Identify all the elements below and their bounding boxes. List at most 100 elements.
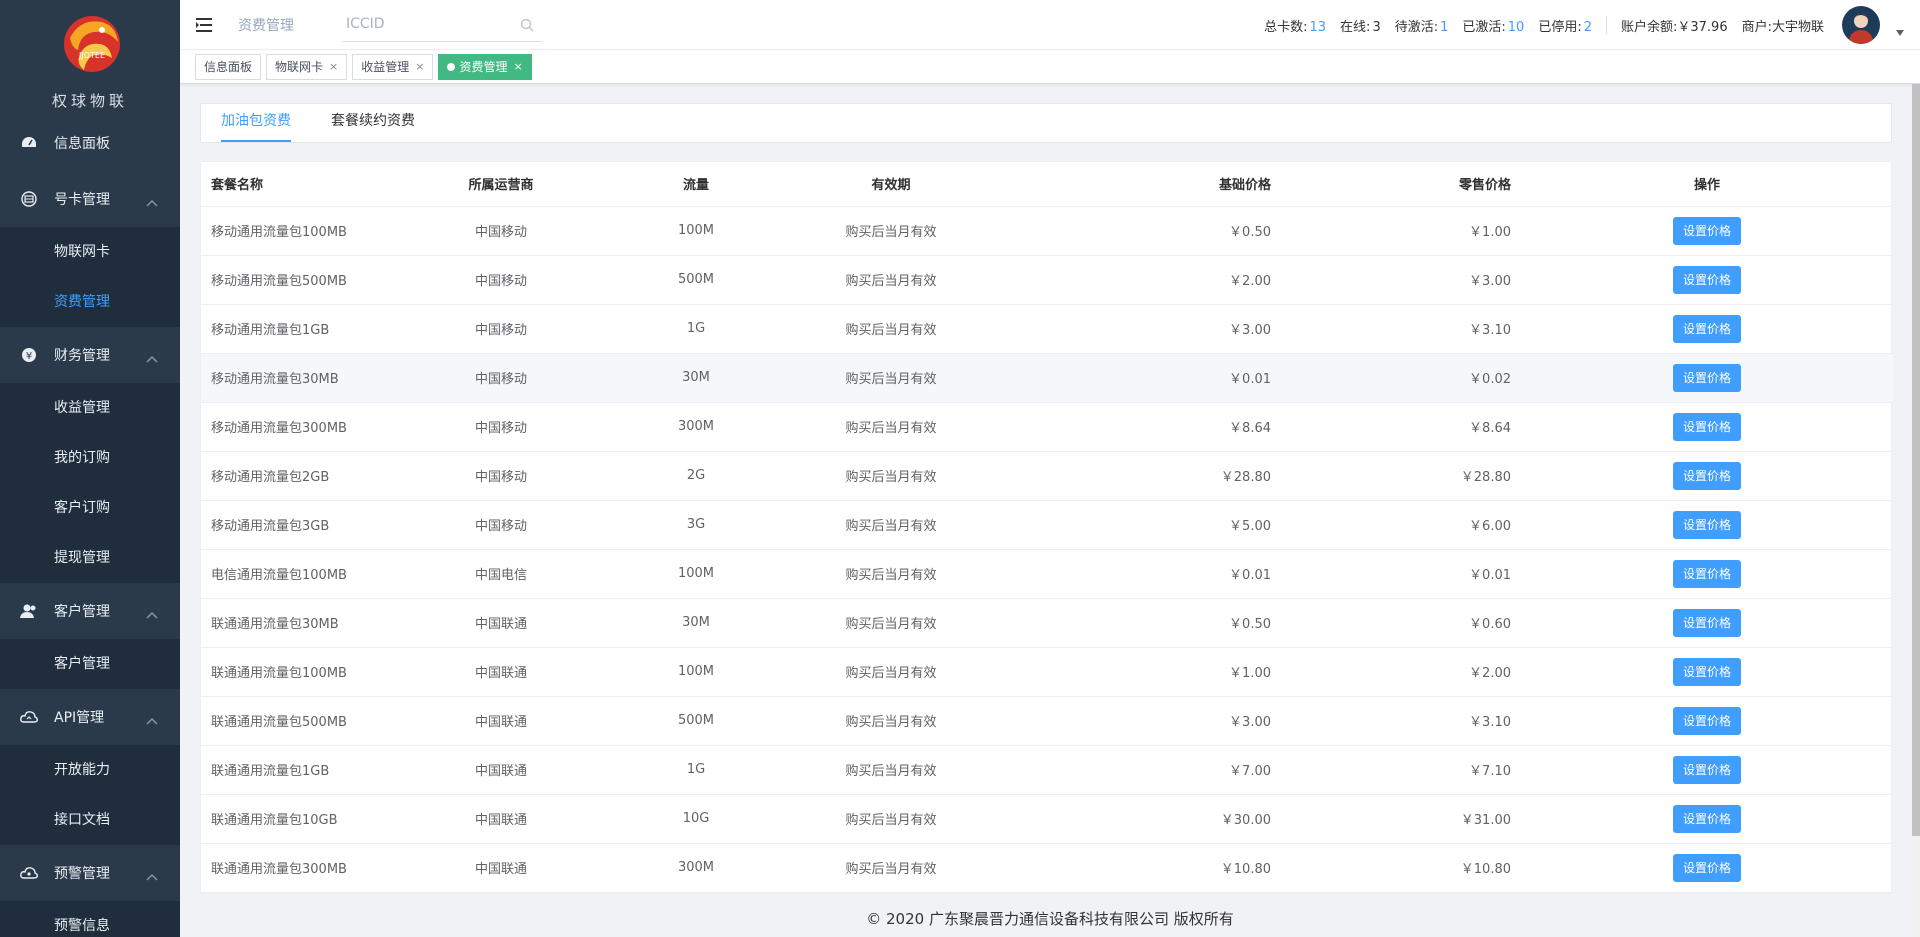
table-cell: 移动通用流量包500MB: [201, 255, 401, 305]
sidebar-item[interactable]: ¥ 财务管理: [0, 327, 180, 383]
scrollbar-thumb[interactable]: [1912, 84, 1920, 836]
footer-copyright: © 2020 广东聚晨晋力通信设备科技有限公司 版权所有: [866, 910, 1234, 928]
tag-item[interactable]: 资费管理 ×: [438, 53, 532, 80]
submenu-item[interactable]: 客户管理: [0, 639, 180, 689]
submenu-item[interactable]: 资费管理: [0, 277, 180, 327]
table-cell: 移动通用流量包2GB: [201, 451, 401, 501]
chevron-up-icon: [146, 351, 158, 363]
close-icon[interactable]: ×: [329, 55, 338, 79]
sidebar-item[interactable]: 客户管理: [0, 583, 180, 639]
table-cell: 30M: [601, 598, 791, 648]
account-balance: 账户余额:￥37.96: [1621, 19, 1728, 35]
table-cell: 中国移动: [401, 500, 601, 550]
stat-label: 在线:: [1340, 19, 1371, 35]
set-price-button[interactable]: 设置价格: [1672, 363, 1741, 392]
sidebar-item[interactable]: 预警管理: [0, 845, 180, 901]
set-price-button[interactable]: 设置价格: [1672, 559, 1741, 588]
set-price-button[interactable]: 设置价格: [1672, 657, 1741, 686]
avatar[interactable]: [1842, 6, 1880, 44]
set-price-button[interactable]: 设置价格: [1672, 804, 1741, 833]
table-cell: 联通通用流量包1GB: [201, 745, 401, 795]
table-cell: 中国联通: [401, 745, 601, 795]
table-cell: 购买后当月有效: [791, 304, 991, 354]
table-row: 移动通用流量包30MB 中国移动 30M 购买后当月有效 ￥0.01 ￥0.02 设置价格: [201, 353, 1893, 403]
iccid-search-input[interactable]: [342, 9, 512, 39]
action-cell: 设置价格: [1521, 794, 1893, 844]
sidebar-item[interactable]: API管理: [0, 689, 180, 745]
table-body: 移动通用流量包100MB 中国移动 100M 购买后当月有效 ￥0.50 ￥1.00 设置价…: [201, 206, 1893, 893]
submenu-item[interactable]: 开放能力: [0, 745, 180, 795]
action-cell: 设置价格: [1521, 549, 1893, 599]
table-cell: ￥1.00: [991, 647, 1281, 697]
table-row: 电信通用流量包100MB 中国电信 100M 购买后当月有效 ￥0.01 ￥0.01 设置价…: [201, 549, 1893, 599]
action-cell: 设置价格: [1521, 696, 1893, 746]
tag-item[interactable]: 收益管理 ×: [352, 53, 434, 80]
set-price-button[interactable]: 设置价格: [1672, 461, 1741, 490]
sidebar-item-label: 预警管理: [54, 866, 110, 882]
table-cell: 购买后当月有效: [791, 598, 991, 648]
table-cell: ￥0.01: [991, 549, 1281, 599]
table-cell: 购买后当月有效: [791, 451, 991, 501]
stat-value: 1: [1440, 19, 1449, 35]
table-cell: 购买后当月有效: [791, 206, 991, 256]
submenu-item[interactable]: 客户订购: [0, 483, 180, 533]
submenu-item[interactable]: 收益管理: [0, 383, 180, 433]
tag-label: 收益管理: [361, 59, 410, 74]
svg-text:¥: ¥: [26, 351, 32, 362]
stat-item: 已激活: 10: [1462, 16, 1524, 35]
submenu-item[interactable]: 我的订购: [0, 433, 180, 483]
set-price-button[interactable]: 设置价格: [1672, 314, 1741, 343]
tag-item[interactable]: 信息面板: [195, 53, 262, 80]
tag-item[interactable]: 物联网卡 ×: [266, 53, 348, 80]
table-cell: 3G: [601, 500, 791, 550]
close-icon[interactable]: ×: [415, 55, 424, 79]
submenu-item[interactable]: 接口文档: [0, 795, 180, 845]
table-cell: ￥0.50: [991, 206, 1281, 256]
set-price-button[interactable]: 设置价格: [1672, 755, 1741, 784]
table-cell: 中国移动: [401, 304, 601, 354]
table-cell: 移动通用流量包300MB: [201, 402, 401, 452]
sidebar-item-label: 号卡管理: [54, 192, 110, 208]
cloud-alert-icon: [20, 864, 38, 882]
hamburger-icon[interactable]: [196, 17, 216, 33]
table-cell: 联通通用流量包30MB: [201, 598, 401, 648]
tab-item[interactable]: 加油包资费: [221, 102, 291, 142]
submenu-item[interactable]: 预警信息: [0, 901, 180, 937]
set-price-button[interactable]: 设置价格: [1672, 706, 1741, 735]
set-price-button[interactable]: 设置价格: [1672, 412, 1741, 441]
table-cell: ￥31.00: [1281, 794, 1521, 844]
set-price-button[interactable]: 设置价格: [1672, 216, 1741, 245]
table-cell: 电信通用流量包100MB: [201, 549, 401, 599]
search-icon[interactable]: [520, 18, 534, 32]
stat-item: 总卡数: 13: [1264, 16, 1326, 35]
submenu-item[interactable]: 提现管理: [0, 533, 180, 583]
sidebar-item-label: 客户管理: [54, 604, 110, 620]
chevron-up-icon: [146, 195, 158, 207]
sidebar-item-label: 信息面板: [54, 136, 110, 152]
caret-down-icon[interactable]: [1896, 30, 1904, 36]
sidebar-group: 客户管理 客户管理: [0, 583, 180, 689]
sidebar-group: 号卡管理物联网卡 资费管理: [0, 171, 180, 327]
set-price-button[interactable]: 设置价格: [1672, 853, 1741, 882]
stat-label: 已停用:: [1538, 19, 1582, 35]
sidebar-item[interactable]: 号卡管理: [0, 171, 180, 227]
stat-label: 总卡数:: [1264, 19, 1308, 35]
column-header: 零售价格: [1281, 162, 1521, 207]
action-cell: 设置价格: [1521, 206, 1893, 256]
set-price-button[interactable]: 设置价格: [1672, 608, 1741, 637]
close-icon[interactable]: ×: [514, 55, 523, 79]
set-price-button[interactable]: 设置价格: [1672, 510, 1741, 539]
cloud-icon: [20, 708, 38, 726]
table-cell: 300M: [601, 402, 791, 452]
table-cell: ￥7.10: [1281, 745, 1521, 795]
sidebar-item[interactable]: 信息面板: [0, 115, 180, 171]
stat-item: 在线: 3: [1340, 16, 1381, 35]
tab-item[interactable]: 套餐续约资费: [331, 102, 415, 142]
table-cell: 100M: [601, 647, 791, 697]
table-cell: 中国移动: [401, 255, 601, 305]
table-cell: ￥8.64: [991, 402, 1281, 452]
submenu-item[interactable]: 物联网卡: [0, 227, 180, 277]
tag-label: 资费管理: [459, 59, 508, 74]
set-price-button[interactable]: 设置价格: [1672, 265, 1741, 294]
table-cell: ￥0.60: [1281, 598, 1521, 648]
